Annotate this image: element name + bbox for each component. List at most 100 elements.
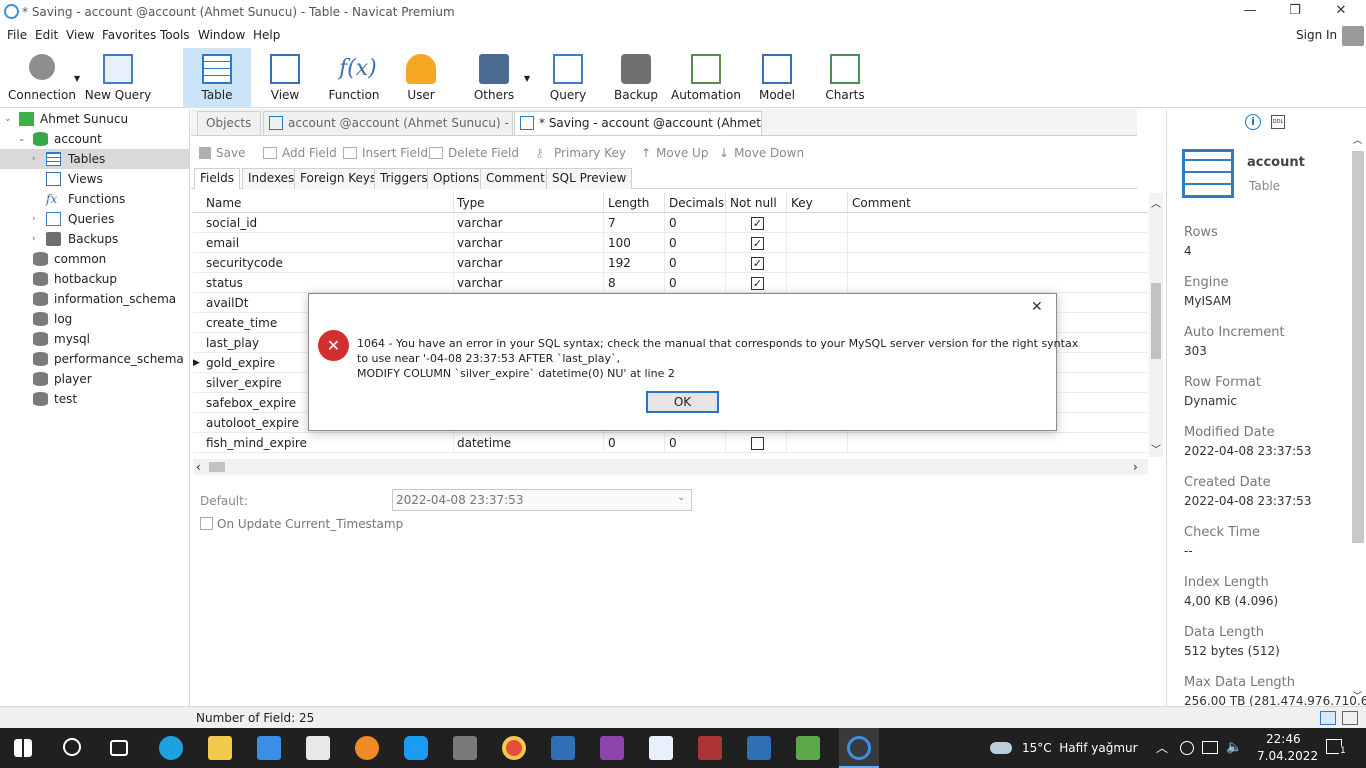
app-window-icon[interactable]: [649, 736, 673, 760]
table-row[interactable]: social_id varchar 7 0 ✓: [193, 213, 1148, 233]
tree-connection[interactable]: ⌄ Ahmet Sunucu: [0, 109, 189, 129]
chevron-down-icon[interactable]: ⌄: [4, 109, 16, 129]
subtab-options[interactable]: Options: [427, 168, 486, 189]
not-null-checkbox[interactable]: ✓: [751, 237, 764, 250]
automation-button[interactable]: Automation: [670, 50, 742, 106]
table-row[interactable]: fish_mind_expire datetime 0 0: [193, 433, 1148, 453]
menu-window[interactable]: Window: [198, 28, 245, 42]
connection-button[interactable]: ▼ Connection: [6, 50, 80, 106]
field-type-cell[interactable]: varchar: [453, 253, 604, 273]
menu-view[interactable]: View: [66, 28, 94, 42]
field-name-cell[interactable]: email: [202, 233, 454, 253]
close-window-button[interactable]: ✕: [1318, 0, 1364, 24]
field-name-cell[interactable]: status: [202, 273, 454, 293]
visual-studio-icon[interactable]: [600, 736, 624, 760]
tree-database[interactable]: performance_schema: [0, 349, 189, 369]
not-null-checkbox[interactable]: ✓: [751, 277, 764, 290]
scroll-left-icon[interactable]: ‹: [196, 460, 201, 474]
edge-icon[interactable]: [159, 736, 183, 760]
column-header-type[interactable]: Type: [453, 193, 604, 213]
tree-database[interactable]: log: [0, 309, 189, 329]
store-icon[interactable]: [306, 736, 330, 760]
column-header-length[interactable]: Length: [604, 193, 665, 213]
notepad-icon[interactable]: [796, 736, 820, 760]
tab-objects[interactable]: Objects: [197, 111, 261, 135]
table-row[interactable]: email varchar 100 0 ✓: [193, 233, 1148, 253]
backup-button[interactable]: Backup: [608, 50, 664, 106]
menu-favorites[interactable]: Favorites: [102, 28, 156, 42]
menu-file[interactable]: File: [7, 28, 27, 42]
charts-button[interactable]: Charts: [818, 50, 872, 106]
chevron-down-icon[interactable]: ⌄: [18, 129, 30, 149]
not-null-checkbox[interactable]: ✓: [751, 257, 764, 270]
key-cell[interactable]: [787, 233, 848, 253]
chevron-right-icon[interactable]: ›: [32, 149, 44, 169]
field-length-cell[interactable]: 192: [604, 253, 665, 273]
weather-text[interactable]: 15°C Hafif yağmur: [1022, 741, 1138, 755]
tree-functions[interactable]: fx Functions: [0, 189, 189, 209]
dialog-close-button[interactable]: ✕: [1031, 299, 1043, 315]
move-up-button[interactable]: ↑ Move Up: [641, 146, 708, 160]
chevron-up-icon[interactable]: ︿: [1156, 739, 1168, 756]
field-type-cell[interactable]: varchar: [453, 233, 604, 253]
tree-database[interactable]: mysql: [0, 329, 189, 349]
task-view-icon[interactable]: [110, 740, 128, 756]
game-icon[interactable]: [698, 736, 722, 760]
scroll-down-icon[interactable]: ﹀: [1151, 441, 1161, 456]
network-icon[interactable]: [1202, 741, 1218, 754]
comment-cell[interactable]: [848, 433, 1148, 453]
model-button[interactable]: Model: [750, 50, 804, 106]
subtab-sql-preview[interactable]: SQL Preview: [546, 168, 633, 189]
mail-icon[interactable]: [257, 736, 281, 760]
not-null-cell[interactable]: ✓: [726, 213, 787, 233]
column-header-key[interactable]: Key: [787, 193, 848, 213]
menu-tools[interactable]: Tools: [160, 28, 190, 42]
restore-button[interactable]: ❐: [1272, 0, 1318, 24]
table-row[interactable]: status varchar 8 0 ✓: [193, 273, 1148, 293]
subtab-indexes[interactable]: Indexes: [242, 168, 301, 189]
key-cell[interactable]: [787, 433, 848, 453]
tree-database[interactable]: hotbackup: [0, 269, 189, 289]
subtab-foreign-keys[interactable]: Foreign Keys: [294, 168, 383, 189]
not-null-cell[interactable]: ✓: [726, 233, 787, 253]
windows-start-icon[interactable]: [14, 739, 32, 757]
on-update-checkbox[interactable]: [200, 517, 213, 530]
fl-studio-icon[interactable]: [355, 736, 379, 760]
scroll-thumb[interactable]: [1151, 283, 1161, 359]
field-length-cell[interactable]: 100: [604, 233, 665, 253]
tree-backups[interactable]: › Backups: [0, 229, 189, 249]
others-button[interactable]: ▼ Others: [462, 50, 530, 106]
subtab-fields[interactable]: Fields: [194, 168, 240, 189]
move-down-button[interactable]: ↓ Move Down: [719, 146, 804, 160]
remote-desktop-icon[interactable]: [551, 736, 575, 760]
field-name-cell[interactable]: social_id: [202, 213, 454, 233]
panel-toggle-icon[interactable]: [1342, 711, 1358, 725]
not-null-cell[interactable]: ✓: [726, 273, 787, 293]
chevron-right-icon[interactable]: ›: [32, 229, 44, 249]
scroll-down-icon[interactable]: ﹀: [1353, 689, 1362, 702]
search-icon[interactable]: [63, 738, 81, 756]
key-cell[interactable]: [787, 253, 848, 273]
key-cell[interactable]: [787, 273, 848, 293]
sign-in-link[interactable]: Sign In: [1296, 28, 1337, 42]
tree-views[interactable]: Views: [0, 169, 189, 189]
clock-date[interactable]: 7.04.2022: [1257, 749, 1318, 763]
save-button[interactable]: Save: [199, 146, 245, 160]
comment-cell[interactable]: [848, 273, 1148, 293]
minimize-button[interactable]: —: [1227, 0, 1273, 24]
field-decimals-cell[interactable]: 0: [665, 213, 726, 233]
field-type-cell[interactable]: varchar: [453, 213, 604, 233]
panel-scrollbar[interactable]: [1352, 151, 1364, 543]
column-header-comment[interactable]: Comment: [848, 193, 1148, 213]
field-name-cell[interactable]: securitycode: [202, 253, 454, 273]
scroll-up-icon[interactable]: ︿: [1151, 195, 1161, 210]
primary-key-button[interactable]: ⚷ Primary Key: [535, 146, 626, 160]
network-app-icon[interactable]: [747, 736, 771, 760]
user-button[interactable]: User: [393, 50, 449, 106]
tree-database[interactable]: information_schema: [0, 289, 189, 309]
column-header-not-null[interactable]: Not null: [726, 193, 787, 213]
insert-field-button[interactable]: Insert Field: [343, 146, 428, 160]
view-button[interactable]: View: [255, 50, 315, 106]
default-value-select[interactable]: 2022-04-08 23:37:53 ⌄: [392, 489, 692, 511]
table-row[interactable]: securitycode varchar 192 0 ✓: [193, 253, 1148, 273]
